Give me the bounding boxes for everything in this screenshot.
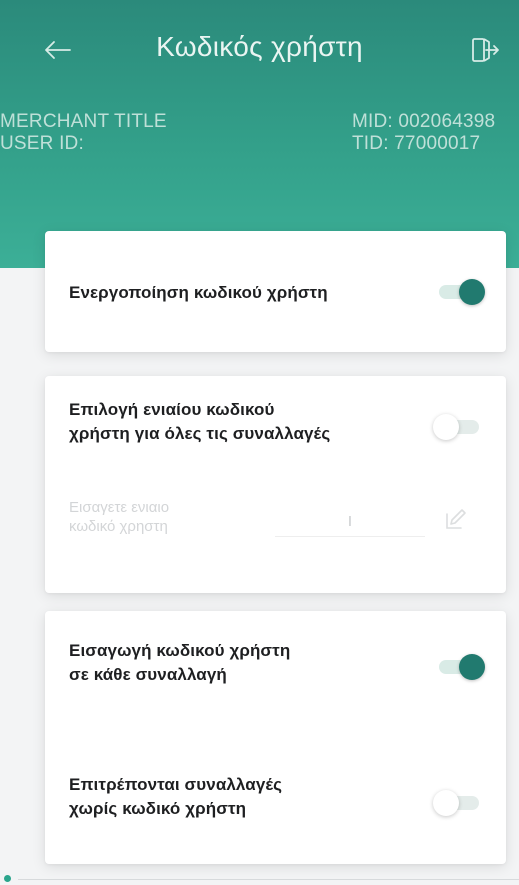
- terminal-info: MID: 002064398 TID: 77000017: [352, 111, 495, 155]
- user-id-label: USER ID:: [0, 133, 84, 154]
- single-pin-label-line2: χρήστη για όλες τις συναλλαγές: [69, 424, 331, 443]
- top-bar: Κωδικός χρήστη: [0, 20, 519, 76]
- single-pin-card: Επιλογή ενιαίου κωδικού χρήστη για όλες …: [45, 376, 506, 593]
- each-tx-label-line1: Εισαγωγή κωδικού χρήστη: [69, 641, 291, 660]
- transaction-pin-card: Εισαγωγή κωδικού χρήστη σε κάθε συναλλαγ…: [45, 611, 506, 864]
- allow-without-pin-label: Επιτρέπονται συναλλαγές χωρίς κωδικό χρή…: [69, 773, 282, 821]
- enable-pin-toggle[interactable]: [433, 277, 485, 307]
- toggle-knob: [433, 414, 459, 440]
- mid-value: MID: 002064398: [352, 111, 496, 132]
- single-pin-label-line1: Επιλογή ενιαίου κωδικού: [69, 400, 275, 419]
- toggle-knob: [433, 790, 459, 816]
- edit-pin-button[interactable]: [441, 504, 471, 534]
- allow-without-label-line1: Επιτρέπονται συναλλαγές: [69, 775, 283, 794]
- pin-label-line1: Εισαγετε ενιαιο: [69, 499, 170, 516]
- toggle-knob: [459, 654, 485, 680]
- allow-without-pin-toggle[interactable]: [433, 788, 485, 818]
- single-pin-toggle[interactable]: [433, 412, 485, 442]
- allow-without-label-line2: χωρίς κωδικό χρήστη: [69, 799, 247, 818]
- single-pin-label: Επιλογή ενιαίου κωδικού χρήστη για όλες …: [69, 398, 330, 446]
- each-tx-label: Εισαγωγή κωδικού χρήστη σε κάθε συναλλαγ…: [69, 639, 290, 687]
- user-pin-settings-screen: Κωδικός χρήστη MERCHANT TITLE USER ID: M…: [0, 0, 519, 885]
- bottom-divider: [18, 879, 519, 880]
- enable-pin-label: Ενεργοποίηση κωδικού χρήστη: [69, 283, 328, 302]
- page-title: Κωδικός χρήστη: [156, 31, 363, 62]
- logout-icon: [472, 38, 499, 62]
- single-pin-field-label: Εισαγετε ενιαιο κωδικό χρηστη: [69, 498, 239, 536]
- each-tx-label-line2: σε κάθε συναλλαγή: [69, 665, 227, 684]
- pin-label-line2: κωδικό χρηστη: [69, 518, 168, 535]
- header: Κωδικός χρήστη MERCHANT TITLE USER ID: M…: [0, 0, 519, 268]
- logout-button[interactable]: [463, 30, 507, 70]
- toggle-knob: [459, 279, 485, 305]
- pencil-edit-icon: [446, 509, 466, 529]
- each-tx-toggle[interactable]: [433, 652, 485, 682]
- single-pin-input[interactable]: [275, 506, 425, 537]
- merchant-info: MERCHANT TITLE USER ID:: [0, 111, 167, 155]
- merchant-title-label: MERCHANT TITLE: [0, 111, 167, 132]
- tid-value: TID: 77000017: [352, 133, 481, 154]
- indicator-dot: [4, 875, 11, 882]
- enable-pin-card: Ενεργοποίηση κωδικού χρήστη: [45, 231, 506, 352]
